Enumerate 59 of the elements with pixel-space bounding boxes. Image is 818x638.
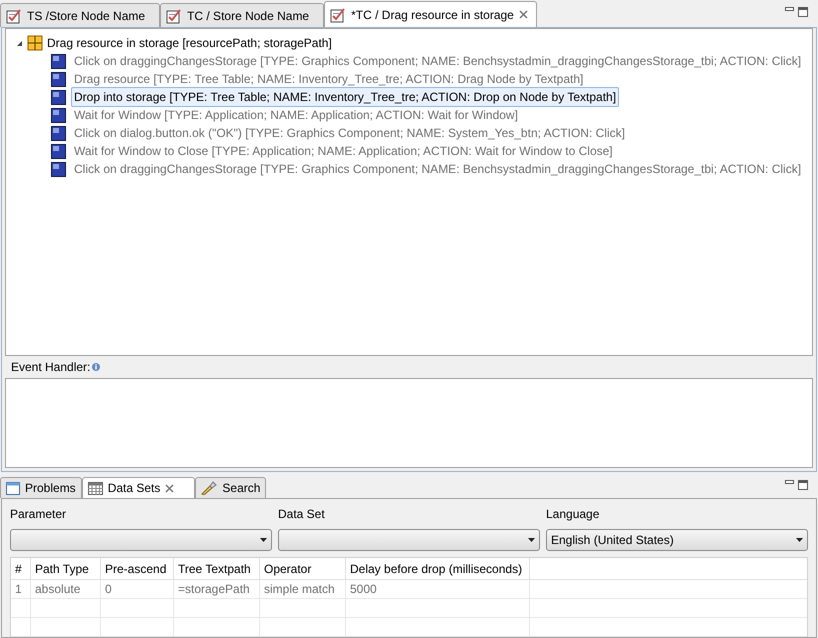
minimize-icon[interactable] [785,480,794,484]
step-icon [51,90,66,104]
tree-item[interactable]: Drag resource [TYPE: Tree Table; NAME: Inventory_Tree_tre; ACTION: Drag Node by Textpath] [71,69,586,89]
collapse-arrow-icon[interactable] [16,40,23,46]
column-header[interactable]: Path Type [31,558,101,579]
table-cell: 5000 [346,580,530,598]
editor-tab[interactable]: TC / Store Node Name [160,3,324,27]
event-handler-label: Event Handler: [11,359,90,376]
table-icon [88,482,103,494]
table-cell: =storagePath [174,580,260,598]
window-icon [6,482,20,494]
table-cell: 1 [11,580,31,598]
table-cell: absolute [31,580,101,598]
dropdown[interactable]: English (United States) [546,529,808,551]
step-icon [51,162,66,176]
dropdown-arrow-icon [260,538,267,542]
test-case-icon [166,8,182,24]
field-label: Parameter [10,506,68,523]
table-cell: simple match [260,580,346,598]
tree-item[interactable]: Wait for Window to Close [TYPE: Application; NAME: Application; ACTION: Wait for Window to Close] [71,141,616,161]
flashlight-icon [201,481,218,495]
dropdown[interactable] [278,529,540,551]
column-header[interactable]: # [11,558,31,579]
editor-tab[interactable]: *TC / Drag resource in storage [324,1,537,27]
panel-tab[interactable]: Problems [0,477,82,498]
column-header[interactable]: Delay before drop (milliseconds) [346,558,530,579]
maximize-icon[interactable] [798,480,808,490]
column-header[interactable]: Pre-ascend [101,558,174,579]
close-icon[interactable] [518,10,528,19]
field-label: Data Set [278,506,326,523]
test-suite-icon [27,35,43,51]
event-handler-field[interactable] [5,378,813,468]
tree-item[interactable]: Click on draggingChangesStorage [TYPE: Graphics Component; NAME: Benchsystadmin_draggingChangesStorage_tbi; ACTION: Click] [71,159,804,179]
table-cell: 0 [101,580,174,598]
tree-item[interactable]: Drop into storage [TYPE: Tree Table; NAME: Inventory_Tree_tre; ACTION: Drop on Node by Textpath] [71,87,620,107]
dropdown-arrow-icon [796,538,803,542]
step-icon [51,144,66,158]
test-case-icon [330,6,346,22]
tree-item[interactable]: Drag resource in storage [resourcePath; storagePath] [47,34,332,52]
maximize-icon[interactable] [798,7,808,17]
panel-tab[interactable]: Search [195,477,266,498]
dropdown[interactable] [10,529,272,551]
dropdown-arrow-icon [528,538,535,542]
tree-item[interactable]: Click on draggingChangesStorage [TYPE: Graphics Component; NAME: Benchsystadmin_draggingChangesStorage_tbi; ACTION: Click] [71,51,804,71]
minimize-icon[interactable] [785,7,794,11]
panel-tab[interactable]: Data Sets [82,477,196,498]
column-header[interactable]: Tree Textpath [174,558,260,579]
step-icon [51,108,66,122]
tree-item[interactable]: Click on dialog.button.ok ("OK") [TYPE: Graphics Component; NAME: System_Yes_btn; ACTION: Click] [71,123,628,143]
close-icon[interactable] [165,484,174,492]
field-label: Language [546,506,600,523]
column-header[interactable]: Operator [260,558,346,579]
step-icon [51,72,66,86]
test-case-icon [6,8,22,24]
tree-item[interactable]: Wait for Window [TYPE: Application; NAME: Application; ACTION: Wait for Window] [71,105,521,125]
editor-tab[interactable]: TS /Store Node Name [0,3,160,27]
info-icon [92,363,100,371]
step-icon [51,126,66,140]
step-icon [51,54,66,68]
